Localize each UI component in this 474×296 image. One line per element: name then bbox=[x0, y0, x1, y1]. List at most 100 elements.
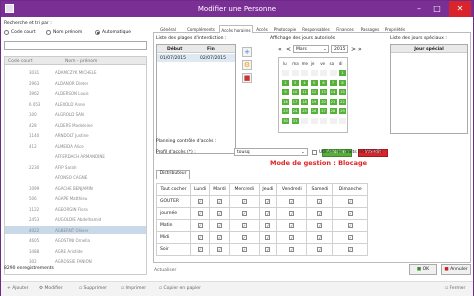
calendar-day[interactable]: 26 bbox=[309, 107, 319, 115]
table-row[interactable]: 2230 AFIP Sarah bbox=[5, 163, 146, 171]
table-row[interactable]: 100 ALGROLD SAN bbox=[5, 110, 146, 118]
planning-checkbox[interactable]: ✓ bbox=[317, 222, 323, 228]
calendar-day[interactable] bbox=[300, 69, 309, 77]
planning-checkbox[interactable]: ✓ bbox=[347, 234, 353, 240]
table-row[interactable]: 4605 AGOSTINI Ornella bbox=[5, 236, 146, 244]
table-row[interactable]: 3031 ADAMCZYK MICHELE bbox=[5, 68, 146, 76]
close-button[interactable]: ✕ bbox=[449, 1, 471, 17]
col-nom-prenom[interactable]: Nom - prénom bbox=[65, 59, 97, 64]
tab-acc-s[interactable]: Accès bbox=[254, 25, 270, 33]
calendar-day[interactable] bbox=[300, 116, 309, 125]
calendar-day[interactable]: 23 bbox=[281, 107, 290, 115]
modifier-button[interactable]: ⚙ Modifier bbox=[39, 286, 63, 291]
cal-prev2-button[interactable]: « bbox=[278, 46, 282, 53]
planning-checkbox[interactable]: ✓ bbox=[317, 198, 323, 204]
planning-checkbox[interactable]: ✓ bbox=[197, 222, 203, 228]
table-row[interactable]: 412 ALMEIDA Alice bbox=[5, 142, 146, 150]
tab-finances[interactable]: Finances bbox=[333, 25, 357, 33]
planning-checkbox[interactable]: ✓ bbox=[265, 234, 271, 240]
planning-checkbox[interactable]: ✓ bbox=[241, 210, 247, 216]
planning-checkbox[interactable]: ✓ bbox=[241, 246, 247, 252]
calendar-day[interactable]: 15 bbox=[338, 88, 347, 96]
plage-row[interactable]: 01/07/2015 02/07/2015 bbox=[157, 54, 235, 62]
cal-prev-button[interactable]: < bbox=[286, 46, 291, 53]
calendar-day[interactable]: 3 bbox=[290, 78, 300, 87]
planning-checkbox[interactable]: ✓ bbox=[289, 198, 295, 204]
table-row[interactable]: AFONSO CAGNE bbox=[5, 173, 146, 181]
planning-checkbox[interactable]: ✓ bbox=[347, 210, 353, 216]
planning-checkbox[interactable]: ✓ bbox=[317, 246, 323, 252]
plages-list[interactable]: Début Fin 01/07/2015 02/07/2015 bbox=[156, 44, 236, 154]
calendar-day[interactable]: 31 bbox=[290, 116, 300, 125]
year-spinner[interactable]: 2015 bbox=[331, 45, 348, 53]
delete-plage-button[interactable]: ■ bbox=[242, 73, 252, 83]
droits-checkbox[interactable] bbox=[312, 150, 317, 155]
calendar-day[interactable]: 9 bbox=[281, 88, 290, 96]
calendar-day[interactable]: 13 bbox=[319, 88, 328, 96]
calendar-day[interactable]: 27 bbox=[319, 107, 328, 115]
calendar-day[interactable]: 21 bbox=[328, 97, 338, 106]
calendar-day[interactable]: 17 bbox=[290, 97, 300, 106]
calendar-day[interactable]: 22 bbox=[338, 97, 347, 106]
calendar-day[interactable]: 2 bbox=[281, 78, 290, 87]
planning-checkbox[interactable]: ✓ bbox=[241, 222, 247, 228]
calendar-day[interactable]: 6 bbox=[319, 78, 328, 87]
month-select[interactable]: Mars ⌄ bbox=[293, 45, 329, 53]
add-plage-button[interactable]: + bbox=[242, 47, 252, 57]
planning-checkbox[interactable]: ✓ bbox=[217, 222, 223, 228]
planning-checkbox[interactable]: ✓ bbox=[317, 234, 323, 240]
calendar-day[interactable]: 29 bbox=[338, 107, 347, 115]
table-row[interactable]: 1122 AGEORGIN Flora bbox=[5, 205, 146, 213]
calendar-day[interactable]: 10 bbox=[290, 88, 300, 96]
imprimer-button[interactable]: ▫ Imprimer bbox=[121, 286, 146, 291]
planning-col-header[interactable]: Tout cocher bbox=[156, 183, 191, 196]
planning-checkbox[interactable]: ✓ bbox=[265, 198, 271, 204]
table-row[interactable]: 4022 AGBERNT Olivier bbox=[5, 225, 146, 234]
actualiser-link[interactable]: Actualiser bbox=[154, 268, 176, 273]
radio-nom-prenom[interactable] bbox=[46, 30, 51, 35]
calendar-day[interactable]: 11 bbox=[300, 88, 309, 96]
planning-checkbox[interactable]: ✓ bbox=[217, 246, 223, 252]
tab-passages[interactable]: Passages bbox=[358, 25, 382, 33]
planning-checkbox[interactable]: ✓ bbox=[217, 198, 223, 204]
planning-checkbox[interactable]: ✓ bbox=[197, 246, 203, 252]
search-input[interactable] bbox=[4, 41, 147, 50]
calendar-day[interactable]: 30 bbox=[281, 116, 290, 125]
calendar-day[interactable]: 25 bbox=[300, 107, 309, 115]
planning-checkbox[interactable]: ✓ bbox=[317, 210, 323, 216]
calendar-day[interactable] bbox=[328, 69, 338, 77]
planning-checkbox[interactable]: ✓ bbox=[289, 246, 295, 252]
table-row[interactable]: 1099 AGACHE BENJAMIN bbox=[5, 184, 146, 192]
planning-checkbox[interactable]: ✓ bbox=[217, 210, 223, 216]
table-row[interactable]: 302 AGROSSIE FANION bbox=[5, 257, 146, 265]
minimize-button[interactable]: – bbox=[411, 1, 427, 17]
planning-checkbox[interactable]: ✓ bbox=[197, 234, 203, 240]
planning-checkbox[interactable]: ✓ bbox=[265, 210, 271, 216]
maximize-button[interactable]: □ bbox=[429, 1, 445, 17]
planning-checkbox[interactable]: ✓ bbox=[289, 210, 295, 216]
fermer-button[interactable]: ▫ Fermer bbox=[445, 286, 465, 291]
person-grid[interactable]: 3031 ADAMCZYK MICHELE 2963 ALDANOR Dieter 39… bbox=[4, 65, 147, 275]
planning-checkbox[interactable]: ✓ bbox=[241, 198, 247, 204]
calendar-day[interactable]: 5 bbox=[309, 78, 319, 87]
calendar-day[interactable]: 14 bbox=[328, 88, 338, 96]
planning-checkbox[interactable]: ✓ bbox=[197, 198, 203, 204]
calendar-day[interactable]: 12 bbox=[309, 88, 319, 96]
tab-compl-ments[interactable]: Compléments bbox=[184, 25, 218, 33]
calendar[interactable]: lu ma me je ve sa di 1 2 3 4 5 6 7 8 9 10 11 12 13 14 15 16 17 1… bbox=[278, 57, 348, 133]
planning-checkbox[interactable]: ✓ bbox=[347, 198, 353, 204]
calendar-day[interactable]: 7 bbox=[328, 78, 338, 87]
tab-g-n-ral[interactable]: Général bbox=[153, 25, 183, 33]
calendar-day[interactable] bbox=[328, 116, 338, 125]
planning-checkbox[interactable]: ✓ bbox=[241, 234, 247, 240]
table-row[interactable]: 2963 ALDANOR Dieter bbox=[5, 79, 146, 87]
calendar-day[interactable]: 20 bbox=[319, 97, 328, 106]
table-row[interactable]: 3488 AGRE Aristide bbox=[5, 247, 146, 255]
planning-checkbox[interactable]: ✓ bbox=[265, 246, 271, 252]
calendar-day[interactable] bbox=[290, 69, 300, 77]
supprimer-button[interactable]: ▫ Supprimer bbox=[79, 286, 107, 291]
calendar-day[interactable] bbox=[309, 116, 319, 125]
calendar-day[interactable]: 8 bbox=[338, 78, 347, 87]
table-row[interactable]: 428 ALDERS Madeleine bbox=[5, 121, 146, 129]
planning-checkbox[interactable]: ✓ bbox=[217, 234, 223, 240]
